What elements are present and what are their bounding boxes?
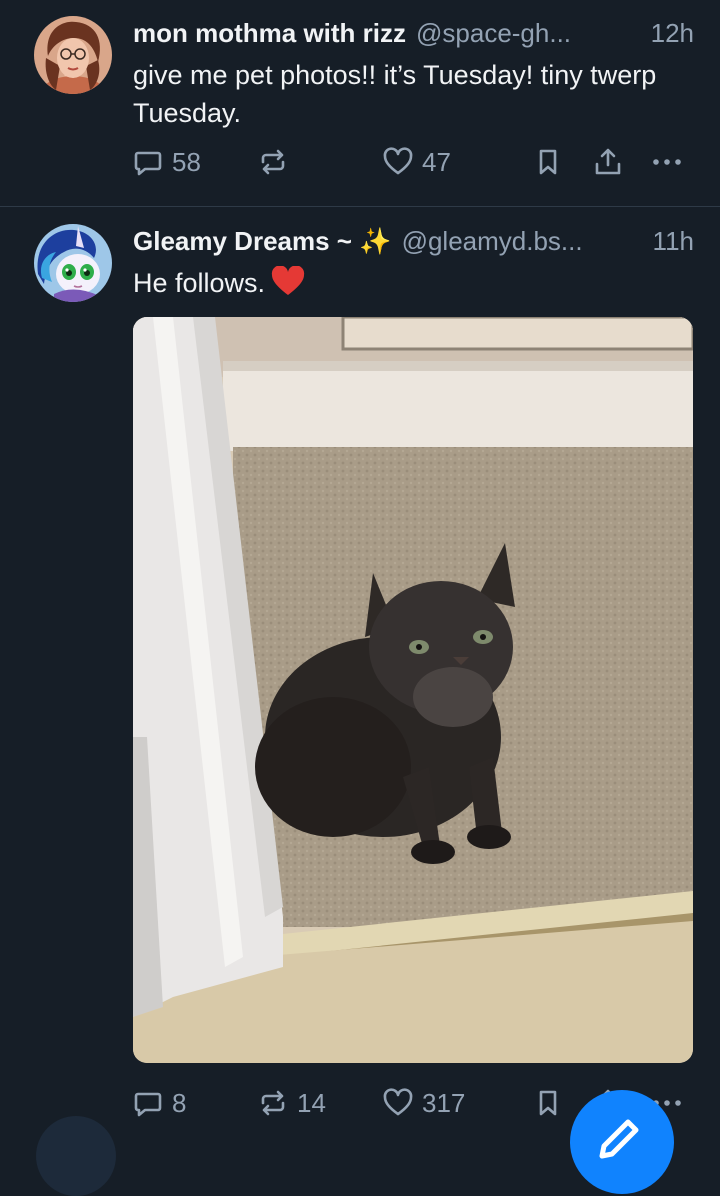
post-header: Gleamy Dreams ~ ✨ @gleamyd.bs... 11h [133,226,694,257]
repost-count: 14 [297,1087,326,1118]
red-heart-emoji-icon [271,266,305,295]
share-icon [595,148,621,175]
post[interactable]: Gleamy Dreams ~ ✨ @gleamyd.bs... 11h He … [0,207,720,1136]
heart-icon [383,1088,413,1116]
reply-icon [134,1092,162,1117]
bookmark-button[interactable] [532,146,564,178]
post-header: mon mothma with rizz @space-gh... 12h [133,18,694,49]
post-time[interactable]: 12h [651,18,694,49]
post-image[interactable] [133,317,693,1063]
repost-button[interactable]: 14 [257,1087,326,1119]
compose-button[interactable] [570,1090,674,1194]
like-count: 317 [422,1087,466,1118]
post-text-content: He follows. [133,268,266,298]
reply-count: 58 [172,146,201,177]
post-actions: 58 47 [130,146,694,180]
avatar[interactable] [34,224,112,302]
share-button[interactable] [592,146,624,178]
bookmark-button[interactable] [532,1087,564,1119]
author-handle[interactable]: @gleamyd.bs... [402,226,645,257]
like-button[interactable]: 47 [382,146,451,178]
reply-icon [134,151,162,176]
post-text: He follows. [133,264,680,302]
author-name[interactable]: Gleamy Dreams ~ ✨ [133,226,392,257]
avatar[interactable] [34,16,112,94]
next-post-avatar[interactable] [36,1116,116,1196]
reply-count: 8 [172,1087,187,1118]
reply-button[interactable]: 58 [132,146,201,178]
repost-icon [261,1090,285,1116]
post-time[interactable]: 11h [653,226,694,257]
heart-icon [383,147,413,175]
more-button[interactable] [650,146,684,178]
bookmark-icon [539,149,557,175]
repost-button[interactable] [257,146,297,178]
like-count: 47 [422,146,451,177]
reply-button[interactable]: 8 [132,1087,186,1119]
post-text: give me pet photos!! it’s Tuesday! tiny … [133,60,657,128]
compose-icon [599,1119,639,1159]
author-name[interactable]: mon mothma with rizz [133,18,406,49]
repost-icon [261,149,285,175]
bookmark-icon [539,1090,557,1116]
more-icon [653,159,681,165]
author-handle[interactable]: @space-gh... [416,18,643,49]
post[interactable]: mon mothma with rizz @space-gh... 12h gi… [0,0,720,206]
like-button[interactable]: 317 [382,1087,465,1119]
